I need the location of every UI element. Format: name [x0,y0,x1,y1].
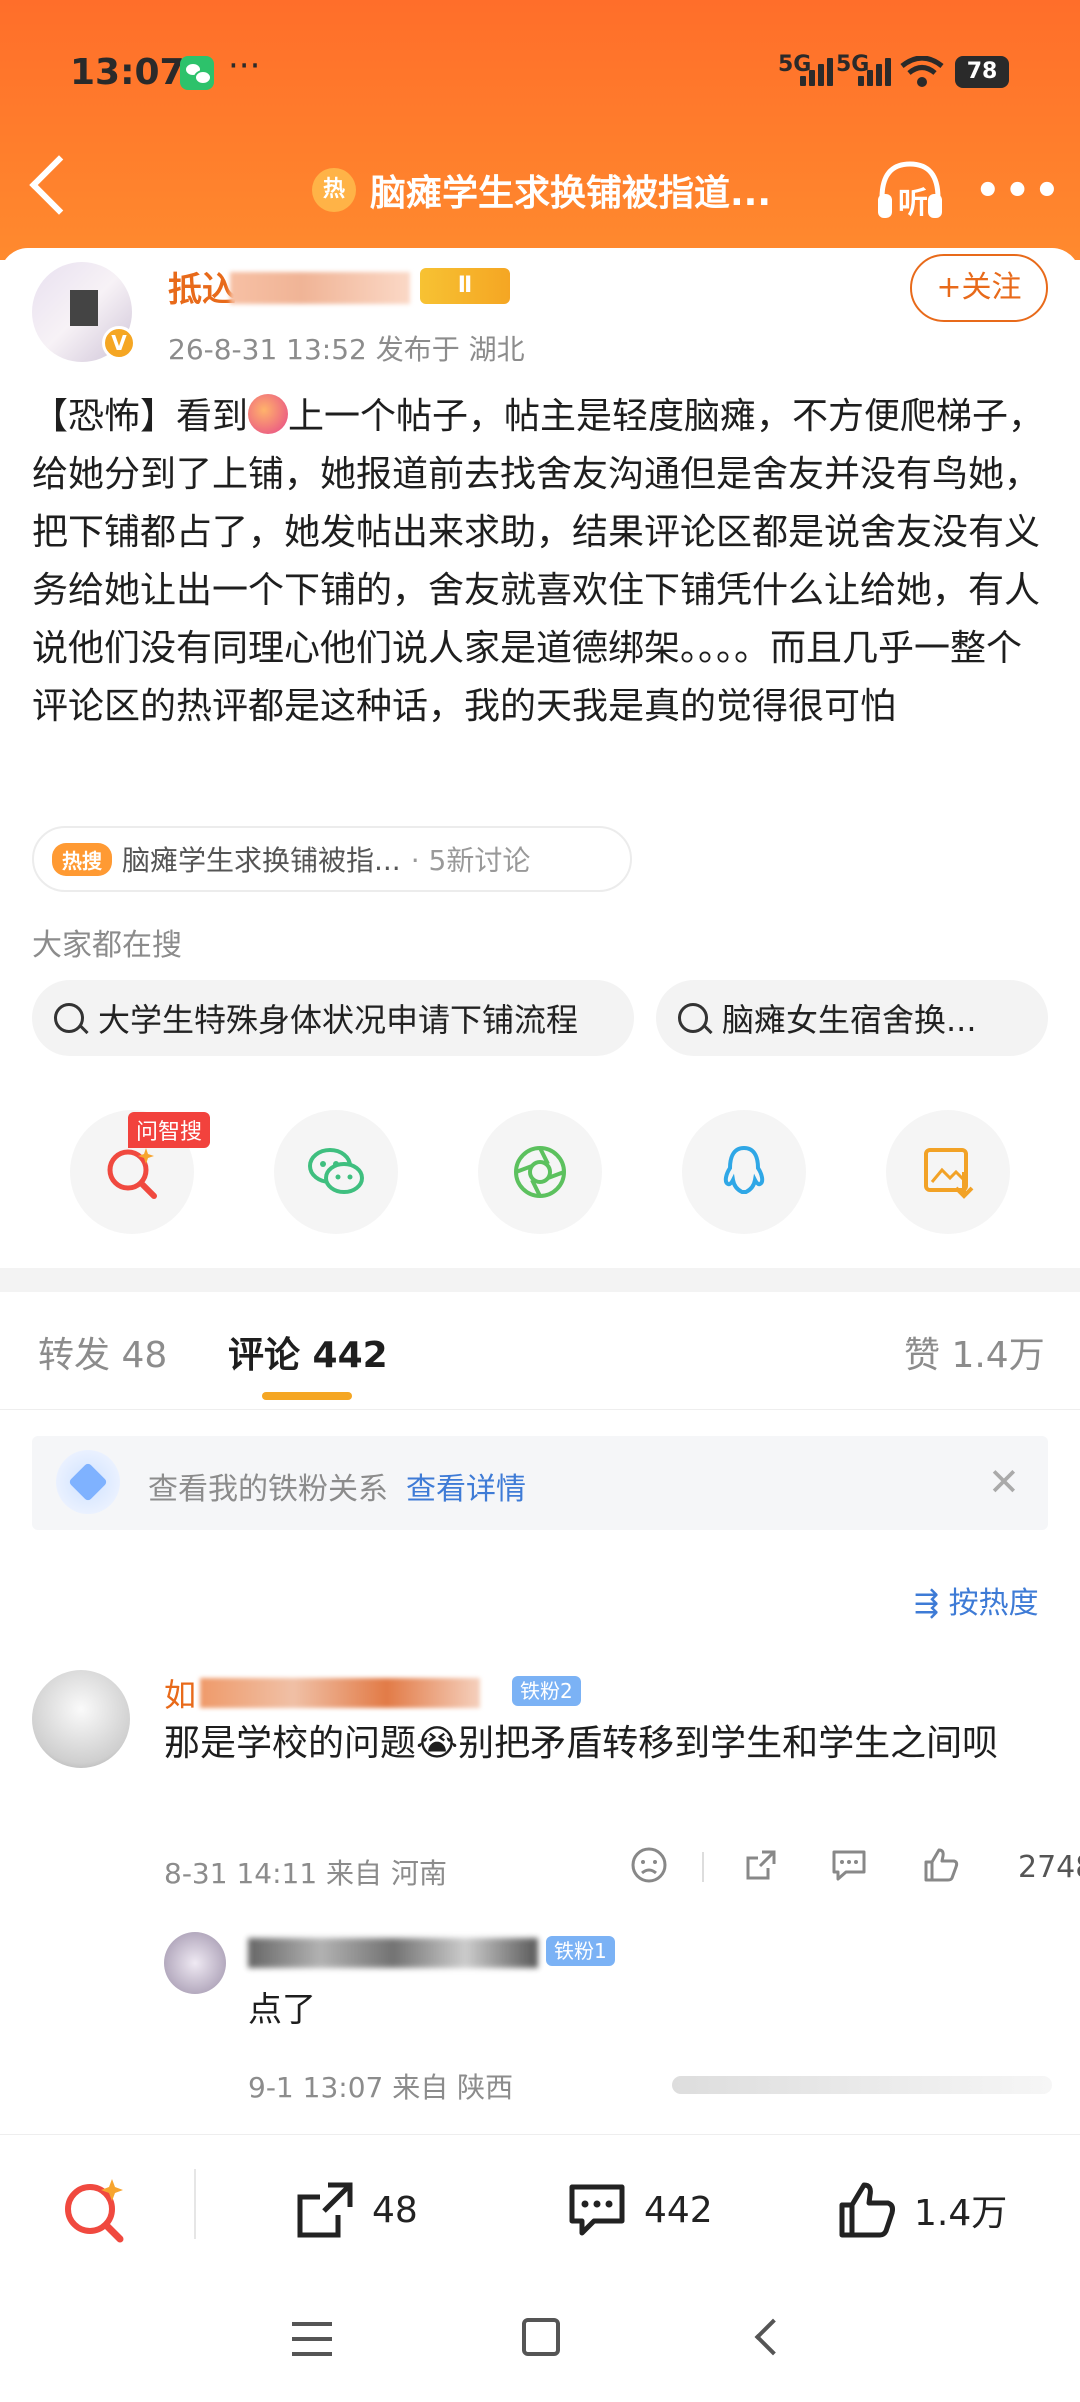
signal-bars-icon-2 [858,58,891,86]
zhisou-tag: 问智搜 [128,1112,211,1148]
bottom-action-bar: 48 442 1.4万 [0,2134,1080,2284]
author-name-redacted [230,272,410,304]
reply-meta: 9-1 13:07 来自 陕西 [248,2071,514,2104]
post-body: 【恐怖】看到 上一个帖子，帖主是轻度脑瘫，不方便爬梯子，给她分到了上铺，她报道前去… [32,388,1052,736]
smart-search-icon[interactable] [60,2175,130,2245]
reply-name-redacted [248,1938,538,1968]
share-icon[interactable] [742,1846,780,1884]
diamond-icon [56,1450,120,1514]
status-bar: 13:07 ··· 5G 5G 78 [0,40,1080,110]
search-suggestion-text-1: 大学生特殊身体状况申请下铺流程 [98,1001,579,1039]
hot-search-tag: 热搜 [52,842,112,876]
commenter-avatar[interactable] [32,1670,130,1768]
sweet-potato-emoji-icon [248,394,289,434]
comment-count: 442 [644,2189,713,2231]
nav-bar: 热 脑瘫学生求换铺被指道... 听 ••• [0,150,1080,230]
wechat-icon [308,1148,364,1194]
comment-actions: 2748 [630,1846,1080,1890]
comment-like-count: 2748 [1018,1850,1080,1885]
reply-avatar[interactable] [164,1932,226,1994]
user-level-badge: Ⅱ [420,268,510,304]
verified-badge-icon: V [102,326,136,360]
reply-iron-fan-badge: 铁粉1 [546,1936,615,1966]
tab-comments[interactable]: 评论 442 [228,1326,388,1378]
comment-icon[interactable] [830,1846,868,1884]
qq-share-button[interactable] [682,1110,806,1234]
hot-topic-text: 脑瘫学生求换铺被指... [122,844,401,877]
view-details-link[interactable]: 查看详情 [406,1464,526,1508]
moments-share-button[interactable] [478,1110,602,1234]
status-time: 13:07 [70,52,185,93]
qq-icon [723,1145,765,1194]
smart-search-icon [107,1148,157,1199]
tab-likes[interactable]: 赞 1.4万 [904,1326,1045,1378]
tab-forward[interactable]: 转发 48 [38,1326,167,1378]
forward-count: 48 [372,2189,418,2231]
system-navigation-bar [0,2284,1080,2402]
forward-button[interactable]: 48 [294,2179,418,2241]
interaction-tabs: 转发 48 评论 442 赞 1.4万 [0,1292,1080,1410]
hot-topic-count: · 5新讨论 [410,844,531,877]
hot-search-topic-pill[interactable]: 热搜 脑瘫学生求换铺被指... · 5新讨论 [32,826,632,892]
comment-meta: 8-31 14:11 来自 河南 [164,1857,447,1890]
reply-text: 点了 [248,1990,316,2030]
wifi-icon [900,56,944,87]
listen-label[interactable]: 听 [898,178,928,222]
post-meta: 26-8-31 13:52 发布于 湖北 [168,333,525,366]
like-thumb-icon[interactable] [922,1846,960,1884]
search-suggestion-1[interactable]: 大学生特殊身体状况申请下铺流程 [32,980,634,1056]
post-text-part2: 上一个帖子，帖主是轻度脑瘫，不方便爬梯子，给她分到了上铺，她报道前去找舍友沟通但… [32,396,1045,727]
like-button[interactable]: 1.4万 [836,2179,1007,2241]
home-icon[interactable] [522,2318,560,2356]
sort-by-hot-button[interactable]: ⇶ 按热度 [914,1578,1039,1622]
author-name[interactable]: 抵込 [168,262,236,311]
follow-button[interactable]: +关注 [910,254,1048,322]
comment-text-part1: 那是学校的问题 [164,1723,417,1764]
comment-text: 那是学校的问题😭别把矛盾转移到学生和学生之间呗 [164,1716,1044,1772]
wechat-share-button[interactable] [274,1110,398,1234]
comment-text-part2: 别把矛盾转移到学生和学生之间呗 [458,1723,999,1764]
forward-icon [297,2182,353,2238]
close-icon[interactable]: ✕ [988,1460,1020,1504]
bottom-separator [194,2169,196,2239]
crying-emoji-icon: 😭 [416,1723,459,1764]
app-header: 13:07 ··· 5G 5G 78 热 脑瘫学生求换铺被指道... 听 ••• [0,0,1080,260]
search-section-label: 大家都在搜 [32,928,182,963]
search-suggestion-text-2: 脑瘫女生宿舍换... [722,1001,977,1039]
post-text-part1: 【恐怖】看到 [32,396,249,437]
more-options-icon[interactable]: ••• [975,168,1064,214]
nav-title: 热 脑瘫学生求换铺被指道... [312,162,771,218]
section-divider [0,1268,1080,1292]
action-separator [702,1852,704,1882]
save-image-icon [924,1148,974,1199]
wechat-notification-icon [180,56,214,90]
recent-apps-icon[interactable] [292,2322,332,2356]
commenter-name-redacted [200,1678,480,1708]
moments-camera-icon [514,1146,566,1198]
dislike-face-icon[interactable] [630,1846,668,1884]
like-count: 1.4万 [914,2193,1008,2234]
search-icon [678,1003,708,1033]
search-suggestion-2[interactable]: 脑瘫女生宿舍换... [656,980,1048,1056]
save-image-button[interactable] [886,1110,1010,1234]
signal-bars-icon-1 [800,58,833,86]
like-thumb-icon [839,2182,895,2238]
iron-fan-banner[interactable]: 查看我的铁粉关系 查看详情 ✕ [32,1436,1048,1530]
page-title: 脑瘫学生求换铺被指道... [370,173,772,214]
search-icon [54,1003,84,1033]
hot-topic-icon: 热 [312,168,356,212]
comment-icon [569,2184,625,2236]
battery-indicator: 78 [955,56,1009,88]
comment-button[interactable]: 442 [566,2179,713,2241]
back-arrow-icon[interactable] [29,155,89,215]
more-notifications-icon: ··· [228,46,261,86]
iron-fan-badge: 铁粉2 [512,1676,581,1706]
commenter-name[interactable]: 如 [164,1670,196,1716]
active-tab-indicator [262,1392,352,1400]
loading-placeholder [672,2076,1052,2094]
iron-fan-text: 查看我的铁粉关系 [148,1472,388,1507]
system-back-icon[interactable] [754,2318,792,2356]
